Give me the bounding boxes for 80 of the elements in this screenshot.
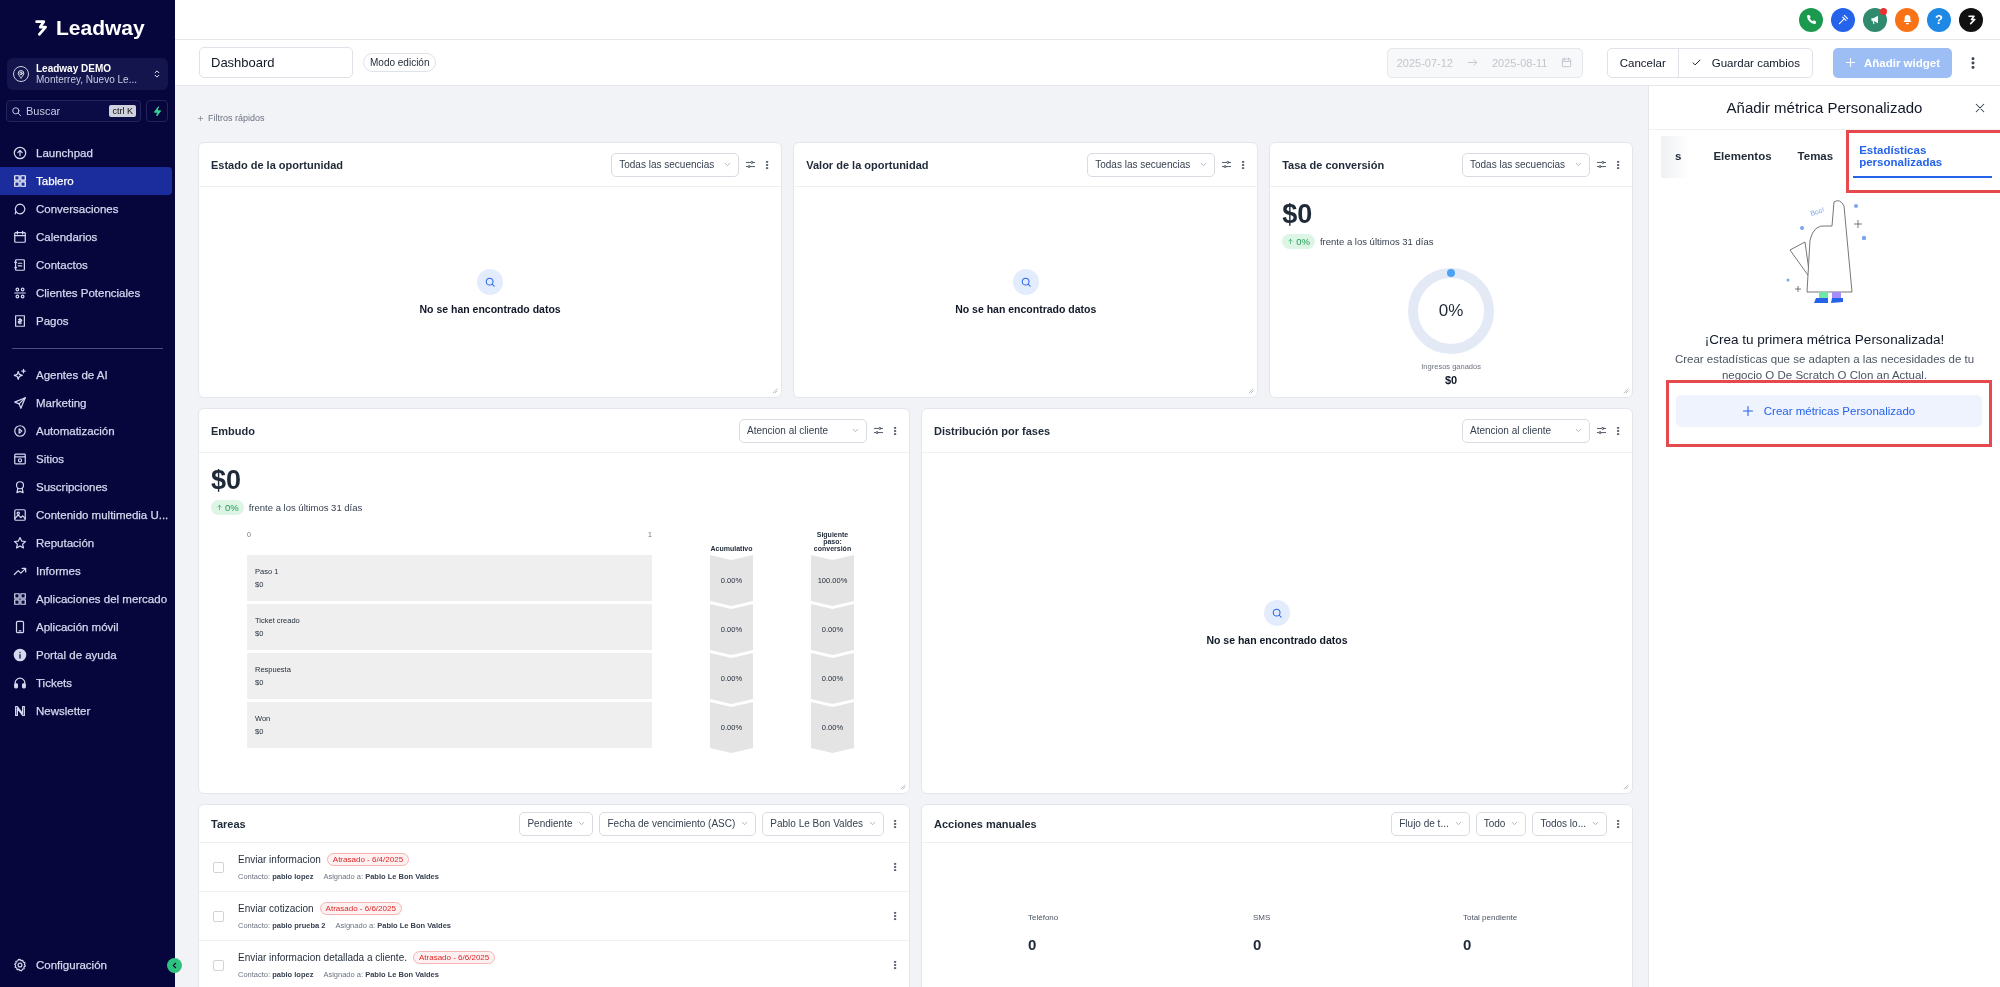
filter-dropdown[interactable]: Pendiente (519, 811, 594, 836)
settings-link[interactable]: Configuración (0, 951, 161, 979)
nav-item[interactable]: Reputación (0, 529, 172, 557)
nav-item[interactable]: Automatización (0, 417, 172, 445)
widget-title: Acciones manuales (934, 817, 1037, 830)
task-title[interactable]: Enviar cotizacion (238, 903, 314, 914)
widget-title: Tareas (211, 817, 246, 830)
nav-item[interactable]: Newsletter (0, 697, 172, 725)
empty-message: No se han encontrado datos (955, 303, 1097, 315)
nav-item[interactable]: Aplicación móvil (0, 613, 172, 641)
widget-title: Estado de la oportunidad (211, 158, 343, 171)
save-button[interactable]: Guardar cambios (1677, 48, 1812, 77)
task-title[interactable]: Enviar informacion (238, 854, 321, 865)
empty-message: No se han encontrado datos (419, 303, 561, 315)
comparison-text: frente a los últimos 31 días (248, 502, 363, 513)
overdue-tag: Atrasado - 6/4/2025 (326, 853, 410, 866)
empty-description: Crear estadísticas que se adapten a las necesidades de tu negocio O De Scratch O Clon an Actual. (1673, 352, 1976, 384)
account-location: Monterrey, Nuevo Le... (36, 74, 138, 85)
search-field[interactable]: Buscar ctrl K (6, 100, 141, 122)
filter-dropdown[interactable]: Flujo de t... (1391, 811, 1470, 836)
dashboard-name-field[interactable]: Dashboard (199, 47, 353, 78)
tab[interactable]: Estadísticas personalizadas (1853, 136, 1992, 178)
tab[interactable]: Elementos (1707, 136, 1778, 178)
overdue-tag: Atrasado - 6/6/2025 (319, 902, 402, 915)
filter-dropdown[interactable]: Atencion al cliente (739, 418, 867, 443)
overdue-tag: Atrasado - 6/6/2025 (413, 951, 496, 964)
tab[interactable]: Temas (1791, 136, 1840, 178)
brand-name: Leadway (56, 16, 145, 40)
shortcut-key: ctrl K (109, 105, 136, 117)
account-name: Leadway DEMO (36, 63, 112, 74)
metric-value: $0 (211, 465, 243, 496)
nav-item[interactable]: Informes (0, 557, 172, 585)
nav-item[interactable]: Marketing (0, 389, 172, 417)
stat-value: 0 (1028, 936, 1038, 953)
widget-title: Distribución por fases (934, 424, 1051, 437)
comparison-text: frente a los últimos 31 días (1319, 236, 1434, 247)
nav-item[interactable]: Contenido multimedia U... (0, 501, 172, 529)
widget-title: Valor de la oportunidad (806, 158, 929, 171)
nav-item[interactable]: Contactos (0, 251, 172, 279)
nav-item[interactable]: Pagos (0, 307, 172, 335)
change-pill: 0% (211, 500, 244, 515)
nav-item[interactable]: Agentes de AI (0, 361, 172, 389)
nav-item[interactable]: Tickets (0, 669, 172, 697)
nav-item[interactable]: Sitios (0, 445, 172, 473)
filter-dropdown[interactable]: Todas las secuencias (1087, 152, 1216, 177)
quick-filters-link[interactable]: Filtros rápidos (197, 113, 1633, 123)
nav-item[interactable]: Conversaciones (0, 195, 172, 223)
empty-heading: ¡Crea tu primera métrica Personalizada! (1704, 332, 1945, 347)
filter-dropdown[interactable]: Atencion al cliente (1462, 418, 1590, 443)
filter-dropdown[interactable]: Todos lo... (1532, 811, 1607, 836)
stat-value: 0 (1463, 936, 1473, 953)
nav-item[interactable]: Suscripciones (0, 473, 172, 501)
nav-item[interactable]: Clientes Potenciales (0, 279, 172, 307)
filter-dropdown[interactable]: Fecha de vencimiento (ASC) (599, 811, 757, 836)
filter-dropdown[interactable]: Todas las secuencias (611, 152, 740, 177)
nav-item[interactable]: Launchpad (0, 139, 172, 167)
empty-message: No se han encontrado datos (1206, 634, 1348, 646)
nav-item[interactable]: Portal de ayuda (0, 641, 172, 669)
widget-title: Embudo (211, 424, 255, 437)
panel-title: Añadir métrica Personalizado (1726, 99, 1923, 116)
nav-item[interactable]: Aplicaciones del mercado (0, 585, 172, 613)
widget-title: Tasa de conversión (1282, 158, 1385, 171)
gauge-amount: $0 (1444, 374, 1459, 386)
stat-label: SMS (1253, 913, 1272, 922)
filter-dropdown[interactable]: Todas las secuencias (1462, 152, 1590, 177)
gauge-value: 0% (1437, 301, 1465, 321)
nav-item[interactable]: Tablero (0, 167, 172, 195)
stat-value: 0 (1253, 936, 1263, 953)
stat-label: Total pendiente (1463, 913, 1519, 922)
filter-dropdown[interactable]: Pablo Le Bon Valdes (762, 811, 884, 836)
task-title[interactable]: Enviar informacion detallada a cliente. (238, 952, 407, 963)
filter-dropdown[interactable]: Todo (1475, 811, 1527, 836)
cancel-button[interactable]: Cancelar (1607, 48, 1678, 77)
change-pill: 0% (1282, 234, 1315, 249)
stat-label: Teléfono (1028, 913, 1060, 922)
help-button[interactable]: ? (1927, 7, 1951, 32)
metric-value: $0 (1282, 199, 1314, 230)
account-switcher[interactable]: Leadway DEMO Monterrey, Nuevo Le... (7, 58, 168, 90)
create-metric-button[interactable]: Crear métricas Personalizado (1675, 395, 1982, 428)
nav-item[interactable]: Calendarios (0, 223, 172, 251)
